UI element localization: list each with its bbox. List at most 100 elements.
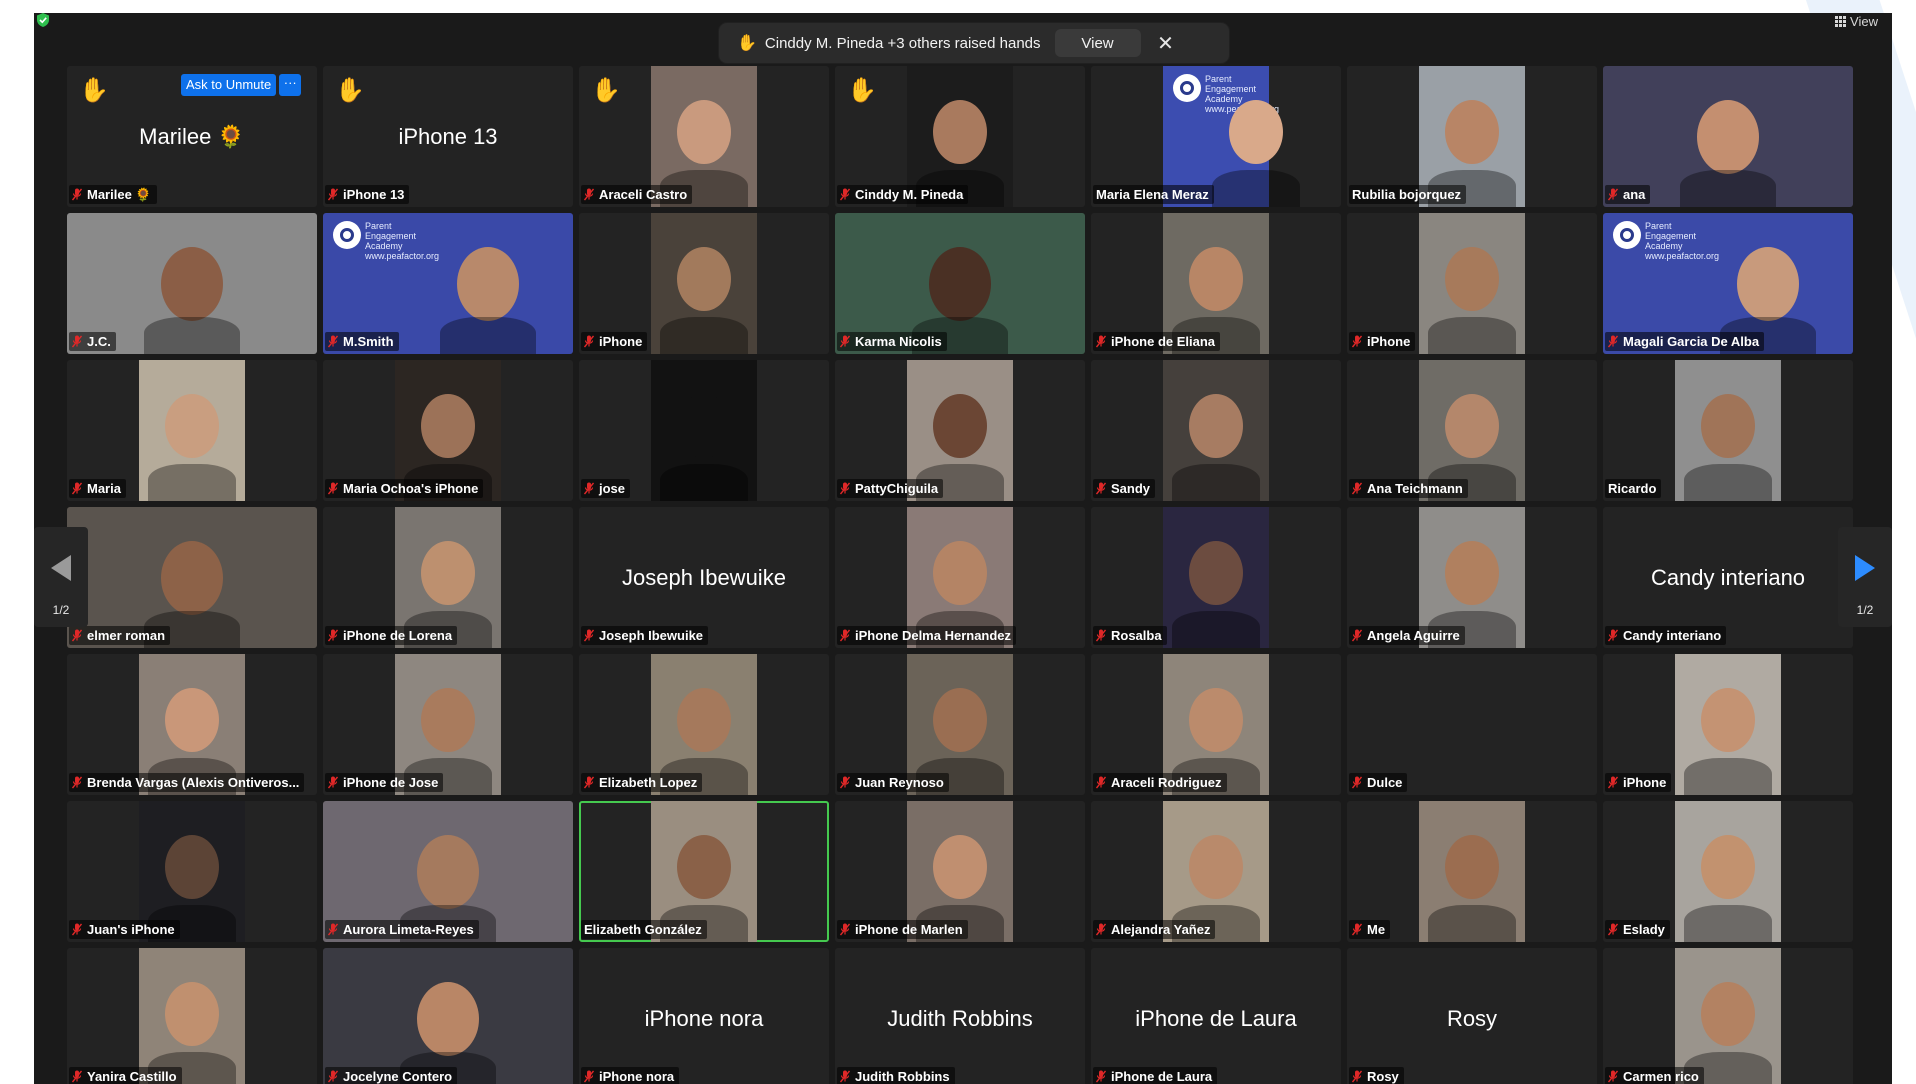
close-icon[interactable]: ✕: [1155, 31, 1177, 56]
participant-name-tag: ana: [1605, 185, 1651, 204]
participant-face: [417, 835, 479, 909]
muted-mic-icon: [1096, 1070, 1106, 1083]
participant-tile[interactable]: ParentEngagementAcademywww.peafactor.org…: [1603, 213, 1853, 354]
participant-tile[interactable]: ana: [1603, 66, 1853, 207]
participant-name-tag: Cinddy M. Pineda: [837, 185, 969, 204]
participant-face: [1445, 541, 1499, 605]
participant-name: Alejandra Yañez: [1111, 922, 1211, 937]
arrow-right-icon: [1855, 555, 1875, 581]
participant-tile[interactable]: ✋ Cinddy M. Pineda: [835, 66, 1085, 207]
participant-tile[interactable]: Elizabeth Lopez: [579, 654, 829, 795]
video-feed: [1163, 507, 1269, 648]
participant-tile[interactable]: Ricardo: [1603, 360, 1853, 501]
muted-mic-icon: [840, 776, 850, 789]
next-page-button[interactable]: 1/2: [1838, 527, 1892, 627]
muted-mic-icon: [584, 1070, 594, 1083]
participant-body: [1212, 170, 1300, 207]
participant-tile[interactable]: ParentEngagementAcademywww.peafactor.org…: [1091, 66, 1341, 207]
participant-tile[interactable]: Judith Robbins Judith Robbins: [835, 948, 1085, 1084]
participant-name: Candy interiano: [1623, 628, 1722, 643]
participant-name: Ana Teichmann: [1367, 481, 1463, 496]
participant-tile[interactable]: Juan's iPhone: [67, 801, 317, 942]
participant-tile[interactable]: Eslady: [1603, 801, 1853, 942]
participant-name-tag: Brenda Vargas (Alexis Ontiveros...: [69, 773, 305, 792]
participant-face: [457, 247, 519, 321]
participant-tile[interactable]: iPhone de Marlen: [835, 801, 1085, 942]
participant-tile[interactable]: J.C.: [67, 213, 317, 354]
participant-tile[interactable]: Aurora Limeta-Reyes: [323, 801, 573, 942]
participant-tile[interactable]: Maria: [67, 360, 317, 501]
participant-tile[interactable]: iPhone nora iPhone nora: [579, 948, 829, 1084]
participant-name-tag: Maria Elena Meraz: [1093, 185, 1214, 204]
participant-tile[interactable]: Karma Nicolis: [835, 213, 1085, 354]
participant-tile[interactable]: elmer roman: [67, 507, 317, 648]
participant-name: Joseph Ibewuike: [599, 628, 704, 643]
participant-name-tag: Rosy: [1349, 1067, 1404, 1084]
participant-name: Eslady: [1623, 922, 1665, 937]
ask-to-unmute-button[interactable]: Ask to Unmute: [181, 74, 277, 96]
arrow-left-icon: [51, 555, 71, 581]
participant-face: [933, 835, 987, 899]
participant-name-tag: iPhone nora: [581, 1067, 680, 1084]
muted-mic-icon: [584, 335, 594, 348]
participant-tile[interactable]: Rosalba: [1091, 507, 1341, 648]
participant-tile[interactable]: iPhone de Lorena: [323, 507, 573, 648]
participant-tile[interactable]: jose: [579, 360, 829, 501]
participant-name: Rosy: [1367, 1069, 1399, 1084]
video-feed: [1675, 948, 1781, 1084]
muted-mic-icon: [840, 482, 850, 495]
participant-tile[interactable]: Juan Reynoso: [835, 654, 1085, 795]
participant-tile[interactable]: Marilee 🌻 ✋ Ask to Unmute ··· Marilee 🌻: [67, 66, 317, 207]
view-menu-button[interactable]: View: [1835, 13, 1878, 29]
muted-mic-icon: [72, 629, 82, 642]
more-options-button[interactable]: ···: [279, 74, 302, 96]
participant-name-tag: Elizabeth Lopez: [581, 773, 703, 792]
participant-tile[interactable]: Carmen rico: [1603, 948, 1853, 1084]
participant-tile[interactable]: Elizabeth González: [579, 801, 829, 942]
participant-tile[interactable]: Candy interiano Candy interiano: [1603, 507, 1853, 648]
participant-tile[interactable]: iPhone: [579, 213, 829, 354]
participant-face: [165, 394, 219, 458]
participant-tile[interactable]: Brenda Vargas (Alexis Ontiveros...: [67, 654, 317, 795]
participant-tile[interactable]: PattyChiguila: [835, 360, 1085, 501]
participant-name-tag: Karma Nicolis: [837, 332, 947, 351]
view-raised-hands-button[interactable]: View: [1054, 29, 1141, 57]
raised-hand-icon: ✋: [79, 77, 109, 104]
participant-tile[interactable]: Alejandra Yañez: [1091, 801, 1341, 942]
muted-mic-icon: [328, 776, 338, 789]
participant-tile[interactable]: Maria Ochoa's iPhone: [323, 360, 573, 501]
participant-tile[interactable]: iPhone de Eliana: [1091, 213, 1341, 354]
participant-tile[interactable]: Ana Teichmann: [1347, 360, 1597, 501]
participant-tile[interactable]: Rubilia bojorquez: [1347, 66, 1597, 207]
participant-name-tag: iPhone 13: [325, 185, 410, 204]
participant-tile[interactable]: Sandy: [1091, 360, 1341, 501]
previous-page-button[interactable]: 1/2: [34, 527, 88, 627]
participant-tile[interactable]: Rosy Rosy: [1347, 948, 1597, 1084]
participant-tile[interactable]: iPhone 13 ✋ iPhone 13: [323, 66, 573, 207]
participant-tile[interactable]: iPhone de Laura iPhone de Laura: [1091, 948, 1341, 1084]
participant-name: Marilee 🌻: [87, 186, 152, 202]
participant-name: ana: [1623, 187, 1646, 202]
video-feed: [1675, 801, 1781, 942]
muted-mic-icon: [1096, 335, 1106, 348]
participant-tile[interactable]: iPhone Delma Hernandez: [835, 507, 1085, 648]
participant-face: [933, 394, 987, 458]
muted-mic-icon: [72, 482, 82, 495]
participant-tile[interactable]: ✋ Araceli Castro: [579, 66, 829, 207]
logo-text: ParentEngagementAcademywww.peafactor.org: [365, 221, 439, 261]
participant-name-tag: Maria Ochoa's iPhone: [325, 479, 484, 498]
participant-tile[interactable]: Me: [1347, 801, 1597, 942]
participant-name-tag: Rosalba: [1093, 626, 1167, 645]
participant-tile[interactable]: iPhone de Jose: [323, 654, 573, 795]
participant-name: Maria Elena Meraz: [1096, 187, 1209, 202]
zoom-meeting-window: View ✋ Cinddy M. Pineda +3 others raised…: [34, 13, 1892, 1084]
participant-tile[interactable]: iPhone: [1347, 213, 1597, 354]
participant-tile[interactable]: Jocelyne Contero: [323, 948, 573, 1084]
participant-tile[interactable]: Joseph Ibewuike Joseph Ibewuike: [579, 507, 829, 648]
participant-tile[interactable]: Araceli Rodriguez: [1091, 654, 1341, 795]
participant-tile[interactable]: ParentEngagementAcademywww.peafactor.org…: [323, 213, 573, 354]
participant-tile[interactable]: Dulce: [1347, 654, 1597, 795]
participant-tile[interactable]: Yanira Castillo: [67, 948, 317, 1084]
participant-tile[interactable]: iPhone: [1603, 654, 1853, 795]
participant-tile[interactable]: Angela Aguirre: [1347, 507, 1597, 648]
